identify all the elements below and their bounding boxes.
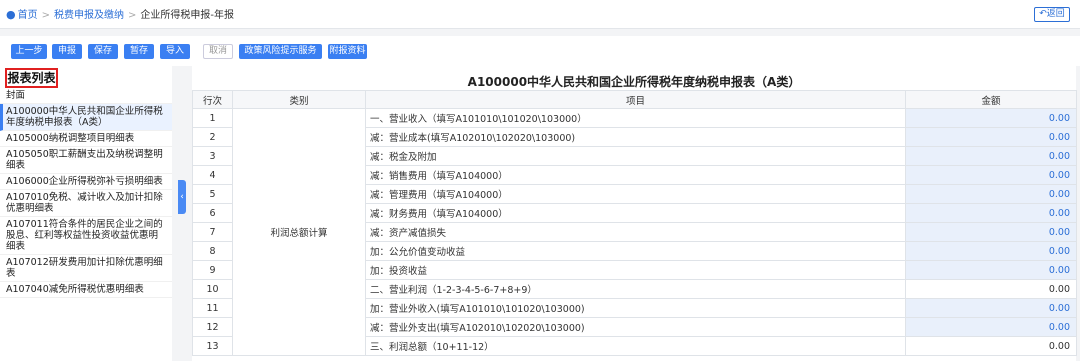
row-no: 3 [192, 146, 233, 166]
report-item-a106000[interactable]: A106000企业所得税弥补亏损明细表 [0, 174, 172, 190]
tax-table: 行次 类别 项目 金额 1 利润总额计算 一、营业收入（填写A101010\10… [192, 90, 1077, 356]
amount-input[interactable]: 0.00 [905, 260, 1077, 280]
amount-value: 0.00 [905, 336, 1077, 356]
amount-value: 0.00 [905, 279, 1077, 299]
row-no: 4 [192, 165, 233, 185]
table-header-row: 行次 类别 项目 金额 [192, 90, 1077, 109]
back-arrow-icon: ↶ [1039, 9, 1047, 19]
header-no: 行次 [192, 90, 233, 109]
row-item: 减：营业成本(填写A102010\102020\103000) [365, 127, 906, 147]
row-item: 一、营业收入（填写A101010\101020\103000） [365, 108, 906, 128]
report-item-a107012[interactable]: A107012研发费用加计扣除优惠明细表 [0, 255, 172, 282]
report-form: A100000中华人民共和国企业所得税年度纳税申报表（A类） 行次 类别 项目 … [192, 66, 1077, 361]
temp-save-button[interactable]: 暂存 [124, 44, 154, 59]
row-item: 加：营业外收入(填写A101010\101020\103000) [365, 298, 906, 318]
report-item-a107011[interactable]: A107011符合条件的居民企业之间的股息、红利等权益性投资收益优惠明细表 [0, 217, 172, 255]
breadcrumb-current: 企业所得税申报-年报 [140, 10, 234, 21]
breadcrumb: ● 首页 > 税费申报及缴纳 > 企业所得税申报-年报 [6, 6, 234, 21]
location-pin-icon: ● [6, 8, 16, 21]
amount-input[interactable]: 0.00 [905, 108, 1077, 128]
row-no: 1 [192, 108, 233, 128]
amount-input[interactable]: 0.00 [905, 203, 1077, 223]
row-no: 10 [192, 279, 233, 299]
save-button[interactable]: 保存 [88, 44, 118, 59]
report-list-title: 报表列表 [5, 68, 58, 88]
row-item: 二、营业利润（1-2-3-4-5-6-7+8+9） [365, 279, 906, 299]
row-item: 加：投资收益 [365, 260, 906, 280]
row-item: 减：销售费用（填写A104000） [365, 165, 906, 185]
amount-input[interactable]: 0.00 [905, 241, 1077, 261]
amount-input[interactable]: 0.00 [905, 317, 1077, 337]
report-item-a105050[interactable]: A105050职工薪酬支出及纳税调整明细表 [0, 147, 172, 174]
breadcrumb-separator-icon: > [41, 10, 50, 21]
amount-input[interactable]: 0.00 [905, 127, 1077, 147]
breadcrumb-home[interactable]: 首页 [18, 10, 38, 21]
row-no: 13 [192, 336, 233, 356]
chevron-left-icon: ‹ [180, 192, 184, 202]
prev-step-button[interactable]: 上一步 [11, 44, 47, 59]
row-item: 减：税金及附加 [365, 146, 906, 166]
category-cell: 利润总额计算 [232, 108, 366, 356]
row-no: 9 [192, 260, 233, 280]
row-item: 三、利润总额（10+11-12） [365, 336, 906, 356]
header-item: 项目 [365, 90, 906, 109]
header-category: 类别 [232, 90, 366, 109]
amount-input[interactable]: 0.00 [905, 165, 1077, 185]
breadcrumb-level2[interactable]: 税费申报及缴纳 [54, 10, 124, 21]
amount-input[interactable]: 0.00 [905, 184, 1077, 204]
import-button[interactable]: 导入 [160, 44, 190, 59]
amount-input[interactable]: 0.00 [905, 222, 1077, 242]
attachment-button[interactable]: 附报资料 [328, 44, 367, 59]
row-item: 减：财务费用（填写A104000） [365, 203, 906, 223]
row-no: 11 [192, 298, 233, 318]
report-list: 封面 A100000中华人民共和国企业所得税年度纳税申报表（A类） A10500… [0, 88, 172, 298]
header-amount: 金额 [905, 90, 1077, 109]
row-no: 12 [192, 317, 233, 337]
cancel-button[interactable]: 取消 [203, 44, 233, 59]
report-item-a107040[interactable]: A107040减免所得税优惠明细表 [0, 282, 172, 298]
row-no: 6 [192, 203, 233, 223]
row-no: 7 [192, 222, 233, 242]
row-item: 减：营业外支出(填写A102010\102020\103000) [365, 317, 906, 337]
table-row: 1 利润总额计算 一、营业收入（填写A101010\101020\103000）… [192, 108, 1077, 356]
form-title: A100000中华人民共和国企业所得税年度纳税申报表（A类） [467, 75, 801, 89]
breadcrumb-separator-icon: > [128, 10, 137, 21]
declare-button[interactable]: 申报 [52, 44, 82, 59]
report-list-panel: 报表列表 封面 A100000中华人民共和国企业所得税年度纳税申报表（A类） A… [0, 66, 172, 361]
amount-input[interactable]: 0.00 [905, 298, 1077, 318]
report-item-a105000[interactable]: A105000纳税调整项目明细表 [0, 131, 172, 147]
report-item-a107010[interactable]: A107010免税、减计收入及加计扣除优惠明细表 [0, 190, 172, 217]
report-item-a100000[interactable]: A100000中华人民共和国企业所得税年度纳税申报表（A类） [0, 104, 172, 131]
back-label: 返回 [1046, 9, 1065, 19]
amount-input[interactable]: 0.00 [905, 146, 1077, 166]
policy-risk-button[interactable]: 政策风险提示服务 [239, 44, 322, 59]
row-no: 8 [192, 241, 233, 261]
row-no: 2 [192, 127, 233, 147]
back-button[interactable]: ↶返回 [1034, 7, 1070, 22]
collapse-panel-button[interactable]: ‹ [178, 180, 186, 214]
row-item: 加：公允价值变动收益 [365, 241, 906, 261]
row-item: 减：管理费用（填写A104000） [365, 184, 906, 204]
row-no: 5 [192, 184, 233, 204]
row-item: 减：资产减值损失 [365, 222, 906, 242]
toolbar: 上一步 申报 保存 暂存 导入 取消 政策风险提示服务 附报资料 [0, 36, 1080, 66]
report-item-cover[interactable]: 封面 [0, 88, 172, 104]
top-bar: ● 首页 > 税费申报及缴纳 > 企业所得税申报-年报 ↶返回 [0, 0, 1080, 29]
